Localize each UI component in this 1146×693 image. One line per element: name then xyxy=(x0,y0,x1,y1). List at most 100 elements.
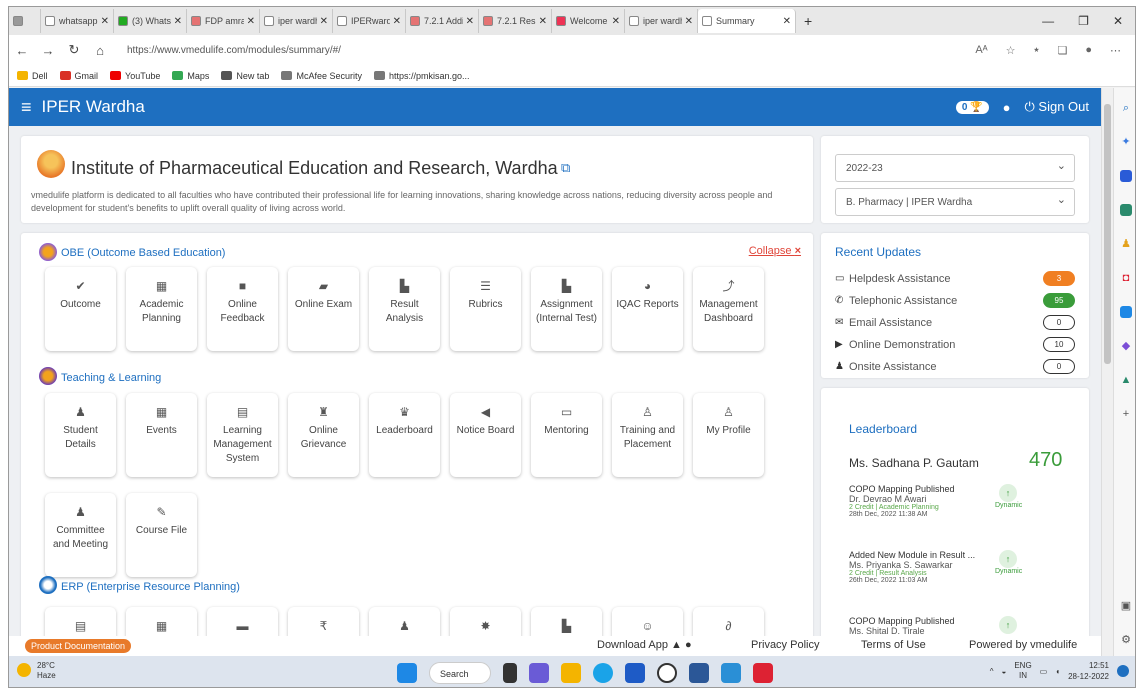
module-tile[interactable]: ▙ Result Analysis xyxy=(369,267,440,351)
add-icon[interactable]: + xyxy=(1120,408,1132,420)
tab-close-icon[interactable]: ✕ xyxy=(612,16,620,27)
chevron-up-icon[interactable]: ^ xyxy=(990,667,994,676)
designer-icon[interactable]: ◆ xyxy=(1120,340,1132,352)
bookmark-item[interactable]: McAfee Security xyxy=(281,71,362,81)
teams-icon[interactable] xyxy=(529,663,549,683)
acrobat-icon[interactable] xyxy=(753,663,773,683)
program-select[interactable]: B. Pharmacy | IPER Wardha xyxy=(835,188,1075,216)
module-tile[interactable]: ♙ My Profile xyxy=(693,393,764,477)
home-icon[interactable]: ⌂ xyxy=(87,43,113,58)
module-tile[interactable]: ◕ IQAC Reports xyxy=(612,267,683,351)
bookmark-item[interactable]: https://pmkisan.go... xyxy=(373,71,470,81)
sparkle-icon[interactable]: ✦ xyxy=(1120,136,1132,148)
briefcase-icon[interactable] xyxy=(1120,204,1132,216)
network-icon[interactable]: ◒ xyxy=(1001,667,1006,676)
tab-close-icon[interactable]: ✕ xyxy=(174,16,182,27)
browser-tab[interactable]: FDP amravat✕ xyxy=(187,9,260,33)
bookmark-item[interactable]: YouTube xyxy=(110,71,160,81)
browser-tab[interactable]: (3) WhatsAp✕ xyxy=(114,9,187,33)
collapse-button[interactable]: Collapse × xyxy=(749,245,801,257)
privacy-link[interactable]: Privacy Policy xyxy=(751,639,819,651)
module-tile[interactable]: ☰ Rubrics xyxy=(450,267,521,351)
tab-close-icon[interactable]: ✕ xyxy=(247,16,255,27)
update-row[interactable]: ♟ Onsite Assistance 0 xyxy=(835,359,1075,374)
outlook-icon[interactable] xyxy=(1120,306,1132,318)
browser-tab[interactable]: Welcome to✕ xyxy=(552,9,625,33)
store-icon[interactable] xyxy=(625,663,645,683)
module-tile[interactable]: ✔ Outcome xyxy=(45,267,116,351)
collections-icon[interactable]: ❏ xyxy=(1057,44,1067,57)
browser-tab[interactable]: iper wardha✕ xyxy=(260,9,333,33)
refresh-icon[interactable]: ↻ xyxy=(61,42,87,58)
user-icon[interactable]: ● xyxy=(1003,100,1011,115)
module-tile[interactable]: ◀ Notice Board xyxy=(450,393,521,477)
language-indicator[interactable]: ENG IN xyxy=(1014,661,1031,681)
module-tile[interactable]: ▙ Assignment (Internal Test) xyxy=(531,267,602,351)
favorite-icon[interactable]: ☆ xyxy=(1006,44,1016,57)
tab-actions[interactable] xyxy=(9,9,41,33)
tab-close-icon[interactable]: ✕ xyxy=(539,16,547,27)
module-tile[interactable]: ♛ Leaderboard xyxy=(369,393,440,477)
tab-close-icon[interactable]: ✕ xyxy=(466,16,474,27)
taskbar-search[interactable]: Search xyxy=(429,662,491,684)
module-tile[interactable]: ■ Online Feedback xyxy=(207,267,278,351)
external-link-icon[interactable]: ⧉ xyxy=(561,160,570,176)
app-icon[interactable] xyxy=(657,663,677,683)
module-tile[interactable]: ▦ Academic Planning xyxy=(126,267,197,351)
display-icon[interactable]: ▭ xyxy=(1040,667,1048,676)
weather-widget[interactable]: 28°C Haze xyxy=(17,661,56,681)
tab-close-icon[interactable]: ✕ xyxy=(101,16,109,27)
menu-icon[interactable]: ≡ xyxy=(21,97,32,118)
product-documentation-badge[interactable]: Product Documentation xyxy=(25,639,132,653)
office-icon[interactable]: ◘ xyxy=(1120,272,1132,284)
terms-link[interactable]: Terms of Use xyxy=(861,639,926,651)
minimize-icon[interactable]: — xyxy=(1042,14,1054,28)
module-tile[interactable]: ▭ Mentoring xyxy=(531,393,602,477)
browser-tab[interactable]: 7.2.1 Respon✕ xyxy=(479,9,552,33)
start-icon[interactable] xyxy=(397,663,417,683)
browser-tab[interactable]: whatsapp w✕ xyxy=(41,9,114,33)
leaderboard-entry[interactable]: COPO Mapping Published Dr. Devrao M Awari… xyxy=(849,484,1069,518)
module-tile[interactable]: ⤴ Management Dashboard xyxy=(693,267,764,351)
update-row[interactable]: ▭ Helpdesk Assistance 3 xyxy=(835,271,1075,286)
download-app-link[interactable]: Download App ▲ ● xyxy=(597,639,692,651)
coin-badge[interactable]: 0 🏆 xyxy=(955,100,989,114)
module-tile[interactable]: ✎ Course File xyxy=(126,493,197,577)
settings-icon[interactable]: ⚙ xyxy=(1120,634,1132,646)
module-tile[interactable]: ▤ Learning Management System xyxy=(207,393,278,477)
new-tab-button[interactable]: + xyxy=(804,13,812,29)
search-icon[interactable]: ⌕ xyxy=(1120,102,1132,114)
forward-icon[interactable]: → xyxy=(35,43,61,58)
module-tile[interactable]: ♜ Online Grievance xyxy=(288,393,359,477)
favorites-bar-icon[interactable]: ⭑ xyxy=(1034,44,1040,57)
year-select[interactable]: 2022-23 xyxy=(835,154,1075,182)
module-tile[interactable]: ▦ Events xyxy=(126,393,197,477)
module-tile[interactable]: ♙ Training and Placement xyxy=(612,393,683,477)
close-icon[interactable]: ✕ xyxy=(1113,14,1123,28)
url-field[interactable]: https://www.vmedulife.com/modules/summar… xyxy=(127,45,975,56)
update-row[interactable]: ✆ Telephonic Assistance 95 xyxy=(835,293,1075,308)
back-icon[interactable]: ← xyxy=(9,43,35,58)
profile-icon[interactable]: ● xyxy=(1085,44,1092,57)
sidebar-layout-icon[interactable]: ▣ xyxy=(1120,600,1132,612)
bookmark-item[interactable]: Maps xyxy=(172,71,209,81)
leaderboard-entry[interactable]: Added New Module in Result ... Ms. Priyan… xyxy=(849,550,1069,584)
read-aloud-icon[interactable]: Aᴬ xyxy=(975,44,987,57)
tab-close-icon[interactable]: ✕ xyxy=(320,16,328,27)
module-tile[interactable]: ♟ Committee and Meeting xyxy=(45,493,116,577)
tab-close-icon[interactable]: ✕ xyxy=(393,16,401,27)
window-app-icon[interactable] xyxy=(721,663,741,683)
module-tile[interactable]: ▰ Online Exam xyxy=(288,267,359,351)
clock[interactable]: 12:51 28-12-2022 xyxy=(1068,660,1109,682)
sign-out-button[interactable]: ⏻ Sign Out xyxy=(1024,99,1089,115)
update-row[interactable]: ✉ Email Assistance 0 xyxy=(835,315,1075,330)
leaderboard-entry[interactable]: COPO Mapping Published Ms. Shital D. Tira… xyxy=(849,616,1069,636)
file-explorer-icon[interactable] xyxy=(561,663,581,683)
browser-tab[interactable]: 7.2.1 Additio✕ xyxy=(406,9,479,33)
more-icon[interactable]: ⋯ xyxy=(1110,44,1121,57)
scrollbar-thumb[interactable] xyxy=(1104,104,1111,364)
edge-icon[interactable] xyxy=(593,663,613,683)
notification-icon[interactable] xyxy=(1117,665,1129,677)
tag-icon[interactable] xyxy=(1120,170,1132,182)
page-scrollbar[interactable] xyxy=(1101,88,1113,664)
